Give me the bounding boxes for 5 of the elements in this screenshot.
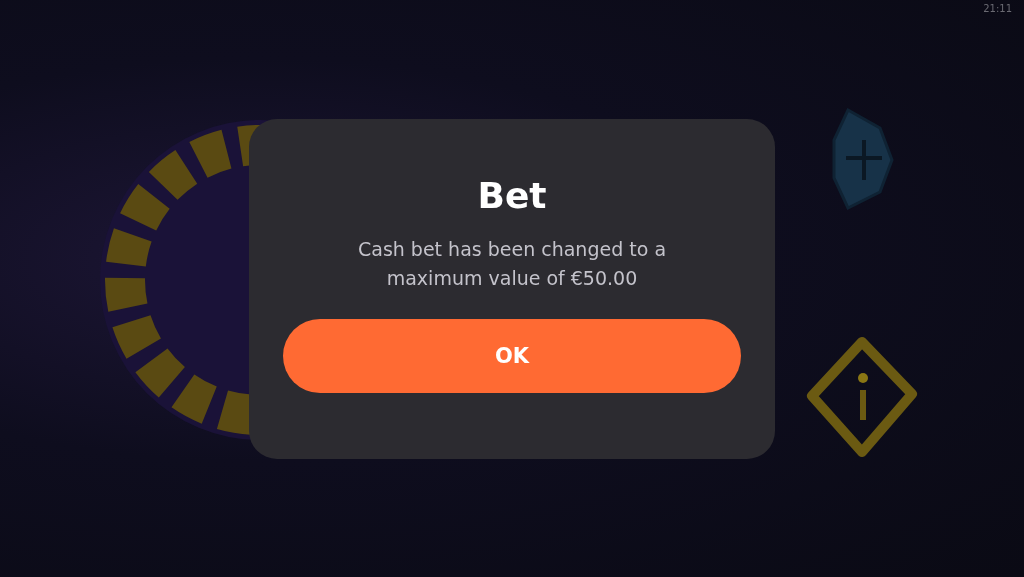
info-icon[interactable] <box>807 337 917 457</box>
dialog-title: Bet <box>477 174 547 218</box>
ok-button[interactable]: OK <box>283 319 741 393</box>
clock-time: 21:11 <box>983 3 1012 14</box>
dialog-message: Cash bet has been changed to a maximum value of €50.00 <box>356 237 668 291</box>
